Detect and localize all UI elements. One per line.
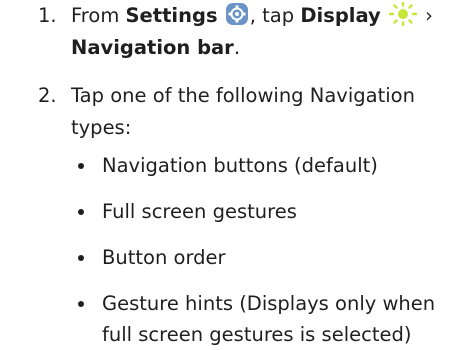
bullet-dot xyxy=(78,255,84,261)
settings-label: Settings xyxy=(125,4,218,27)
step-1: 1. From Settings , tap Display › Navigat… xyxy=(38,0,448,64)
step-2: 2. Tap one of the following Navigation t… xyxy=(38,80,448,144)
list-item-text: Navigation buttons (default) xyxy=(102,154,378,177)
step-number: 2. xyxy=(38,84,57,107)
step-text-line-1: Tap one of the following Navigation xyxy=(71,84,415,107)
sun-icon xyxy=(388,2,418,26)
display-label: Display xyxy=(300,4,381,27)
step-number: 1. xyxy=(38,4,57,27)
step-text-line-1: From Settings , tap Display › xyxy=(71,2,433,27)
list-item-text-line-2: full screen gestures is selected) xyxy=(102,323,412,346)
navigation-bar-label: Navigation bar xyxy=(71,36,234,59)
list-item-text: Gesture hints (Displays only when xyxy=(102,292,436,315)
bullet-dot xyxy=(78,209,84,215)
arrow-icon: › xyxy=(425,4,433,27)
list-item-text: Button order xyxy=(102,246,226,269)
step-text-line-2: types: xyxy=(71,116,132,139)
bullet-dot xyxy=(78,163,84,169)
list-item-text: Full screen gestures xyxy=(102,200,297,223)
bullet-dot xyxy=(78,301,84,307)
gear-icon xyxy=(225,3,248,25)
step-text-line-2: Navigation bar. xyxy=(71,36,241,59)
